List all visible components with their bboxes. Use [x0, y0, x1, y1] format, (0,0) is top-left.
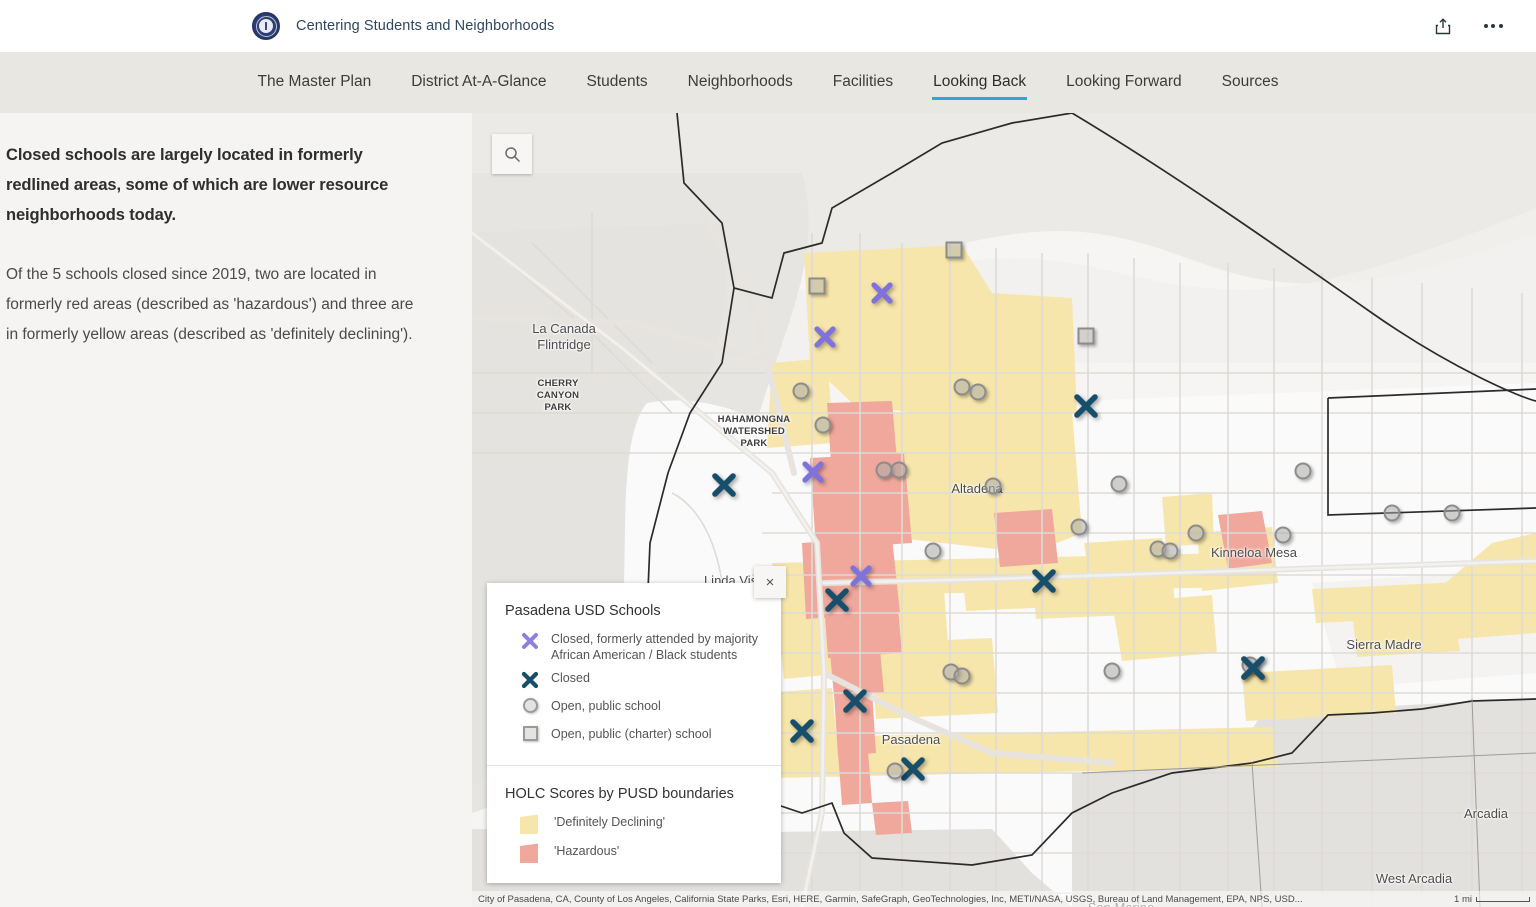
- circle-icon: [518, 697, 542, 713]
- legend-row-label: Open, public school: [551, 697, 661, 714]
- app-header: Centering Students and Neighborhoods: [0, 0, 1536, 52]
- map-marker-closed[interactable]: [788, 717, 816, 745]
- nav-item-students[interactable]: Students: [566, 69, 667, 97]
- legend-row-hazardous: 'Hazardous': [518, 842, 763, 865]
- map-marker-public-school[interactable]: [970, 384, 987, 401]
- header-actions: [1430, 0, 1536, 52]
- legend-row-closed-majority-black: Closed, formerly attended by majority Af…: [518, 630, 763, 663]
- x-purple-icon: [518, 630, 542, 651]
- nav-item-sources[interactable]: Sources: [1202, 69, 1299, 97]
- legend-section-schools: Pasadena USD Schools Closed, formerly at…: [487, 583, 781, 765]
- map-marker-public-school[interactable]: [1188, 525, 1205, 542]
- map-marker-closed[interactable]: [710, 471, 738, 499]
- map-marker-charter-school[interactable]: [1078, 328, 1095, 345]
- map-marker-public-school[interactable]: [887, 763, 904, 780]
- x-teal-icon: [518, 669, 542, 690]
- map-search-button[interactable]: [492, 134, 532, 174]
- narrative-heading: Closed schools are largely located in fo…: [6, 140, 422, 230]
- narrative-body: Of the 5 schools closed since 2019, two …: [6, 260, 422, 350]
- map-marker-charter-school[interactable]: [809, 278, 826, 295]
- polygon-red-icon: [518, 842, 542, 865]
- map-marker-public-school[interactable]: [1444, 505, 1461, 522]
- map-marker-closed[interactable]: [1072, 392, 1100, 420]
- map-marker-public-school[interactable]: [954, 668, 971, 685]
- map-marker-closed[interactable]: [1030, 567, 1058, 595]
- legend-row-closed: Closed: [518, 669, 763, 691]
- legend-row-label: 'Hazardous': [554, 842, 619, 859]
- search-icon: [504, 146, 521, 163]
- narrative-panel: Closed schools are largely located in fo…: [0, 113, 472, 907]
- legend-row-label: Closed: [551, 669, 590, 686]
- map-marker-public-school[interactable]: [1162, 543, 1179, 560]
- map-marker-public-school[interactable]: [1071, 519, 1088, 536]
- legend-section-title: Pasadena USD Schools: [505, 603, 763, 619]
- nav-item-looking-forward[interactable]: Looking Forward: [1046, 69, 1201, 97]
- map-marker-public-school[interactable]: [793, 383, 810, 400]
- legend-section-title: HOLC Scores by PUSD boundaries: [505, 786, 763, 802]
- scalebar-bar: [1476, 897, 1530, 902]
- legend-row-label: Open, public (charter) school: [551, 725, 712, 742]
- map-marker-public-school[interactable]: [1384, 505, 1401, 522]
- map-marker-closed-majority-black[interactable]: [812, 324, 838, 350]
- map-marker-charter-school[interactable]: [946, 242, 963, 259]
- map-marker-public-school[interactable]: [891, 462, 908, 479]
- map-canvas[interactable]: La CanadaFlintridge CHERRYCANYONPARK HAH…: [472, 113, 1536, 907]
- brand: Centering Students and Neighborhoods: [252, 12, 554, 40]
- nav-item-neighborhoods[interactable]: Neighborhoods: [668, 69, 813, 97]
- polygon-yellow-icon: [518, 813, 542, 836]
- map-marker-closed-majority-black[interactable]: [800, 459, 826, 485]
- legend-section-holc: HOLC Scores by PUSD boundaries 'Definite…: [487, 765, 781, 883]
- app-title: Centering Students and Neighborhoods: [296, 18, 554, 34]
- map-marker-closed[interactable]: [1239, 654, 1267, 682]
- legend-row-label: 'Definitely Declining': [554, 813, 665, 830]
- nav-item-facilities[interactable]: Facilities: [813, 69, 913, 97]
- nav-item-looking-back[interactable]: Looking Back: [913, 69, 1046, 97]
- legend-row-open-public: Open, public school: [518, 697, 763, 719]
- share-icon[interactable]: [1430, 13, 1456, 39]
- legend-row-definitely-declining: 'Definitely Declining': [518, 813, 763, 836]
- map-marker-public-school[interactable]: [954, 379, 971, 396]
- legend-row-label: Closed, formerly attended by majority Af…: [551, 630, 763, 663]
- nav-item-master-plan[interactable]: The Master Plan: [238, 69, 392, 97]
- district-seal-icon: [252, 12, 280, 40]
- map-marker-closed[interactable]: [823, 586, 851, 614]
- map-marker-public-school[interactable]: [1295, 463, 1312, 480]
- square-icon: [518, 725, 542, 741]
- map-marker-public-school[interactable]: [985, 478, 1002, 495]
- map-marker-public-school[interactable]: [1275, 527, 1292, 544]
- attribution-text: City of Pasadena, CA, County of Los Ange…: [478, 894, 1303, 905]
- map-marker-public-school[interactable]: [1111, 476, 1128, 493]
- map-marker-public-school[interactable]: [1104, 663, 1121, 680]
- scalebar-label: 1 mi: [1454, 894, 1472, 905]
- map-scalebar: 1 mi: [1454, 894, 1530, 905]
- more-options-icon[interactable]: [1480, 13, 1506, 39]
- legend-close-button[interactable]: ×: [754, 566, 786, 598]
- map-marker-public-school[interactable]: [815, 417, 832, 434]
- map-marker-closed[interactable]: [841, 687, 869, 715]
- map-attribution-bar: City of Pasadena, CA, County of Los Ange…: [472, 891, 1536, 907]
- map-legend: Pasadena USD Schools Closed, formerly at…: [487, 583, 781, 883]
- map-marker-public-school[interactable]: [925, 543, 942, 560]
- nav-item-district-at-a-glance[interactable]: District At-A-Glance: [391, 69, 566, 97]
- legend-row-open-charter: Open, public (charter) school: [518, 725, 763, 747]
- main-navigation: The Master Plan District At-A-Glance Stu…: [0, 52, 1536, 113]
- map-marker-closed-majority-black[interactable]: [869, 280, 895, 306]
- map-marker-closed-majority-black[interactable]: [848, 563, 874, 589]
